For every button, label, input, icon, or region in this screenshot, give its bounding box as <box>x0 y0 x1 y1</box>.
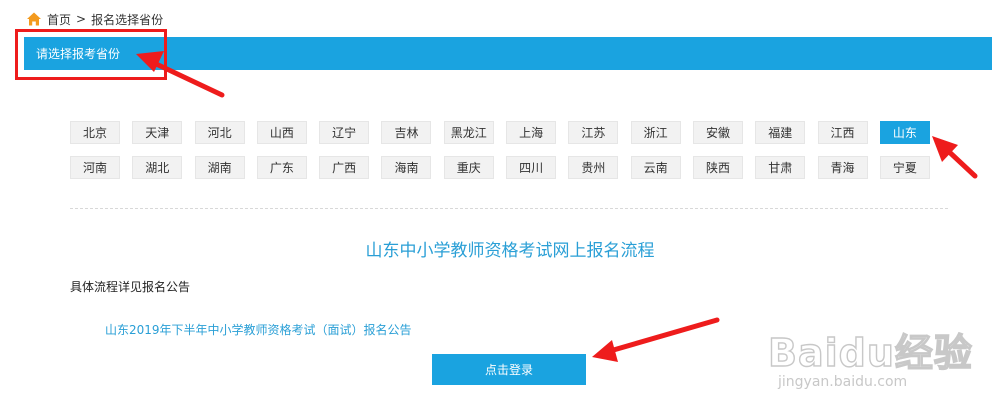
breadcrumb: 首页 > 报名选择省份 <box>26 9 163 29</box>
province-button[interactable]: 海南 <box>381 156 432 179</box>
province-button[interactable]: 北京 <box>70 121 120 144</box>
notice-link[interactable]: 山东2019年下半年中小学教师资格考试（面试）报名公告 <box>105 321 412 338</box>
province-button[interactable]: 安徽 <box>692 121 743 144</box>
baidu-watermark: Baidu经验 jingyan.baidu.com <box>767 322 978 402</box>
province-button[interactable]: 陕西 <box>692 156 743 179</box>
province-button[interactable]: 上海 <box>506 121 557 144</box>
province-button[interactable]: 宁夏 <box>879 156 930 179</box>
province-button[interactable]: 青海 <box>817 156 868 179</box>
province-button[interactable]: 湖北 <box>132 156 183 179</box>
province-button[interactable]: 浙江 <box>630 121 681 144</box>
process-detail-text: 具体流程详见报名公告 <box>70 280 191 294</box>
province-button[interactable]: 河南 <box>70 156 120 179</box>
login-button[interactable]: 点击登录 <box>432 354 586 385</box>
province-button[interactable]: 云南 <box>630 156 681 179</box>
breadcrumb-separator: > <box>76 12 87 26</box>
process-title: 山东中小学教师资格考试网上报名流程 <box>365 241 655 261</box>
province-banner: 请选择报考省份 <box>24 37 992 70</box>
annotation-highlight-box <box>15 29 167 80</box>
province-button[interactable]: 河北 <box>194 121 245 144</box>
province-button[interactable]: 重庆 <box>443 156 494 179</box>
province-button[interactable]: 湖南 <box>194 156 245 179</box>
province-button[interactable]: 广西 <box>319 156 370 179</box>
province-row-1: 北京 天津 河北 山西 辽宁 吉林 黑龙江 上海 江苏 浙江 安徽 福建 江西 山东 <box>70 121 942 144</box>
province-button[interactable]: 江西 <box>817 121 868 144</box>
province-button[interactable]: 黑龙江 <box>443 121 494 144</box>
province-button[interactable]: 天津 <box>132 121 183 144</box>
watermark-brand: Baidu经验 <box>767 330 973 375</box>
province-button[interactable]: 贵州 <box>568 156 619 179</box>
province-button[interactable]: 江苏 <box>568 121 619 144</box>
breadcrumb-current: 报名选择省份 <box>91 12 164 27</box>
home-icon[interactable] <box>26 11 42 27</box>
province-button[interactable]: 广东 <box>256 156 307 179</box>
watermark-url: jingyan.baidu.com <box>778 374 908 390</box>
province-button[interactable]: 甘肃 <box>755 156 806 179</box>
province-button[interactable]: 福建 <box>755 121 806 144</box>
province-button[interactable]: 山西 <box>256 121 307 144</box>
dashed-divider <box>70 208 948 209</box>
province-row-2: 河南 湖北 湖南 广东 广西 海南 重庆 四川 贵州 云南 陕西 甘肃 青海 宁夏 <box>70 156 942 179</box>
arrow-to-login-icon <box>592 317 720 362</box>
breadcrumb-home-link[interactable]: 首页 <box>47 11 71 28</box>
province-button[interactable]: 四川 <box>506 156 557 179</box>
province-button[interactable]: 吉林 <box>381 121 432 144</box>
province-button[interactable]: 山东 <box>879 121 930 144</box>
province-button[interactable]: 辽宁 <box>319 121 370 144</box>
